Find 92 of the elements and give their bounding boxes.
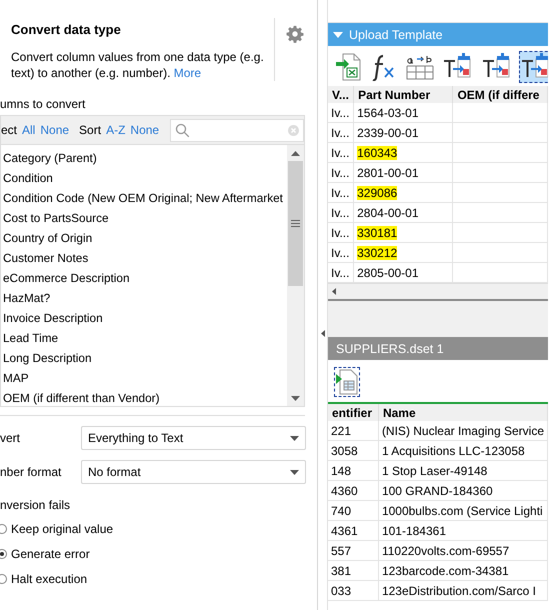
radio-button[interactable]	[0, 524, 7, 534]
scroll-left-icon[interactable]	[332, 288, 336, 295]
table-cell: 1 Stop Laser-49148	[378, 460, 548, 480]
caret-icon	[290, 436, 299, 440]
table-cell: 4361	[328, 520, 378, 540]
radio-button[interactable]	[0, 574, 7, 584]
spreadsheet-import-icon	[336, 52, 362, 82]
column-item[interactable]: HazMat?	[1, 288, 50, 308]
table-cell: 4360	[328, 480, 378, 500]
grip-icon	[291, 220, 300, 227]
table-cell: 3058	[328, 440, 378, 460]
dataset-header: SUPPLIERS.dset 1	[328, 337, 548, 360]
table-cell: Iv...	[328, 202, 354, 222]
table-cell: 1000bulbs.com (Service Lighti	[378, 500, 548, 520]
column-item[interactable]: Condition	[1, 168, 53, 188]
table-cell: 221	[328, 421, 378, 440]
radio-label: Keep original value	[11, 522, 114, 536]
column-item[interactable]: Lead Time	[1, 328, 58, 348]
column-header[interactable]: OEM (if differe	[452, 86, 548, 103]
convert-label: vert	[0, 431, 22, 445]
radio-label: Halt execution	[11, 572, 88, 586]
table-cell: 110220volts.com-69557	[378, 540, 548, 560]
table-cell: Iv...	[328, 122, 354, 142]
table-cell: Iv...	[328, 103, 354, 122]
table-rename-icon	[406, 53, 434, 81]
sort-label: Sort	[79, 123, 102, 137]
select-label: ect	[1, 123, 18, 137]
table-cell: 557	[328, 540, 378, 560]
column-item[interactable]: MAP	[1, 368, 29, 388]
panel-title: Convert data type	[11, 22, 121, 37]
table-cell: 123barcode.com-34381	[378, 560, 548, 580]
column-item[interactable]: Country of Origin	[1, 228, 92, 248]
sort-link[interactable]: None	[130, 123, 160, 137]
caret-icon	[290, 470, 299, 474]
horizontal-scrollbar[interactable]	[328, 283, 548, 299]
table-cell: 101-184361	[378, 520, 548, 540]
part-number: 2805-00-01	[357, 266, 419, 280]
more-link[interactable]: More	[174, 66, 202, 80]
search-icon	[175, 122, 190, 138]
part-number: 329086	[357, 186, 398, 200]
conversion-fails-label: nversion fails	[0, 498, 70, 512]
column-item[interactable]: OEM (if different than Vendor)	[1, 388, 160, 406]
table-cell: 123eDistribution.com/Sarco I	[378, 580, 548, 600]
table-cell: 033	[328, 580, 378, 600]
search-field[interactable]	[170, 118, 304, 142]
toolbar-button[interactable]	[334, 367, 360, 397]
select-link[interactable]: All	[22, 123, 36, 137]
column-header[interactable]: entifier	[328, 403, 378, 421]
table-cell: 100 GRAND-184360	[378, 480, 548, 500]
table-cell: 381	[328, 560, 378, 580]
column-item[interactable]: Category (Parent)	[1, 148, 97, 168]
table-cell: Iv...	[328, 142, 354, 162]
part-number: 2339-00-01	[357, 126, 419, 140]
part-number: 330181	[357, 226, 398, 240]
part-number: 160343	[357, 146, 398, 160]
table-cell: Iv...	[328, 162, 354, 182]
column-item[interactable]: Invoice Description	[1, 308, 103, 328]
select-link[interactable]: None	[40, 123, 70, 137]
toolbar-button[interactable]	[519, 51, 548, 83]
scroll-up-icon[interactable]	[291, 151, 300, 156]
part-number: 330212	[357, 246, 398, 260]
number-format-label: nber format	[0, 465, 62, 479]
sheet-import-icon	[336, 369, 358, 395]
scroll-down-icon[interactable]	[291, 396, 300, 401]
column-header[interactable]: V...	[328, 86, 354, 103]
scrollbar[interactable]	[287, 145, 304, 406]
column-item[interactable]: Condition Code (New OEM Original; New Aftermarket	[1, 188, 283, 208]
table-cell: 148	[328, 460, 378, 480]
column-item[interactable]: Customer Notes	[1, 248, 88, 268]
part-number: 1564-03-01	[357, 106, 419, 120]
panel-description: Convert column values from one data type (e.g. text) to another (e.g. number). More	[11, 49, 265, 81]
radio-label: Generate error	[11, 546, 90, 560]
column-header[interactable]: Name	[378, 403, 548, 421]
collapse-icon[interactable]	[320, 330, 324, 336]
table-cell: 1 Acquisitions LLC-123058	[378, 440, 548, 460]
table-cell: Iv...	[328, 182, 354, 202]
part-number: 2801-00-01	[357, 166, 419, 180]
column-item[interactable]: eCommerce Description	[1, 268, 130, 288]
column-item[interactable]: Cost to PartsSource	[1, 208, 109, 228]
table-cell: (NIS) Nuclear Imaging Service	[378, 421, 548, 440]
convert-dropdown[interactable]: Everything to Text	[81, 426, 306, 450]
table-cell: Iv...	[328, 242, 354, 262]
table-cell: 740	[328, 500, 378, 520]
part-number: 2804-00-01	[357, 206, 419, 220]
radio-button[interactable]	[0, 548, 7, 558]
sort-link[interactable]: A-Z	[106, 123, 126, 137]
number-format-dropdown[interactable]: No format	[81, 460, 306, 484]
column-header[interactable]: Part Number	[354, 86, 453, 103]
settings-icon[interactable]	[286, 25, 304, 43]
table-cell: Iv...	[328, 222, 354, 242]
section-label: umns to convert	[0, 97, 86, 111]
column-item[interactable]: Long Description	[1, 348, 92, 368]
